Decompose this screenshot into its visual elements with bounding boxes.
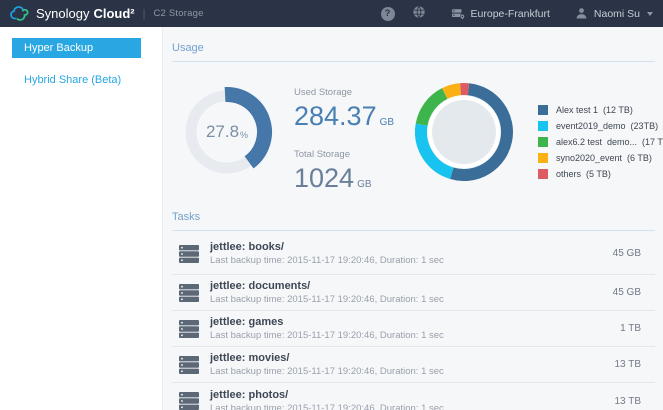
task-name: jettlee: games [210, 316, 444, 328]
legend-swatch [538, 153, 548, 163]
total-storage-unit: GB [357, 179, 371, 190]
task-name: jettlee: photos/ [210, 389, 444, 401]
used-storage-label: Used Storage [294, 87, 394, 98]
task-row[interactable]: jettlee: books/ Last backup time: 2015-1… [172, 233, 655, 275]
globe-icon [412, 5, 426, 22]
task-text: jettlee: movies/ Last backup time: 2015-… [210, 352, 444, 377]
user-icon [575, 7, 594, 20]
tasks-divider [172, 230, 655, 231]
brand: Synology Cloud² | C2 Storage [10, 6, 204, 21]
legend-swatch [538, 105, 548, 115]
total-storage-label: Total Storage [294, 149, 394, 160]
task-text: jettlee: documents/ Last backup time: 20… [210, 280, 444, 305]
legend-item: Alex test 1 (12 TB) [538, 103, 663, 116]
task-detail: Last backup time: 2015-11-17 19:20:46, D… [210, 403, 444, 410]
donut-inner-fill [432, 100, 496, 164]
usage-percent: 27.8% [180, 85, 274, 179]
task-size: 1 TB [620, 323, 641, 334]
legend-label: others (5 TB) [556, 169, 611, 179]
task-row[interactable]: jettlee: movies/ Last backup time: 2015-… [172, 347, 655, 383]
usage-body: 27.8% Used Storage 284.37GB Total Storag… [172, 62, 655, 205]
total-storage-value: 1024GB [294, 163, 394, 200]
help-icon: ? [381, 7, 395, 21]
navbar-right: ? Europe-Frankfurt [381, 5, 653, 22]
tasks-section: Tasks jettlee: books/ Last backup time: … [172, 211, 655, 410]
nas-server-icon [178, 282, 200, 304]
legend-label: syno2020_event (6 TB) [556, 153, 652, 163]
synology-cloud-logo-icon [10, 6, 36, 21]
storage-stats: Used Storage 284.37GB Total Storage 1024… [294, 87, 394, 200]
storage-legend: Alex test 1 (12 TB) event2019_demo (23TB… [538, 103, 663, 183]
brand-name: Synology [36, 6, 89, 21]
brand-divider: | [143, 8, 146, 20]
task-text: jettlee: photos/ Last backup time: 2015-… [210, 389, 444, 410]
legend-item: syno2020_event (6 TB) [538, 151, 663, 164]
legend-label: Alex test 1 (12 TB) [556, 105, 633, 115]
nas-server-icon [178, 390, 200, 410]
task-detail: Last backup time: 2015-11-17 19:20:46, D… [210, 366, 444, 377]
task-name: jettlee: movies/ [210, 352, 444, 364]
section-title-usage: Usage [172, 42, 655, 54]
storage-donut-chart [415, 83, 513, 181]
legend-label: alex6.2 test demo... (17 TB) [556, 137, 663, 147]
used-storage-value: 284.37GB [294, 101, 394, 138]
region-label: Europe-Frankfurt [471, 8, 550, 20]
legend-label: event2019_demo (23TB) [556, 121, 658, 131]
usage-donut: 27.8% [180, 85, 274, 179]
top-navbar: Synology Cloud² | C2 Storage ? [0, 0, 663, 27]
task-list: jettlee: books/ Last backup time: 2015-1… [172, 233, 655, 410]
sidebar: Hyper Backup Hybrid Share (Beta) [0, 27, 163, 410]
section-title-tasks: Tasks [172, 211, 655, 223]
nas-server-icon [178, 243, 200, 265]
help-button[interactable]: ? [381, 7, 395, 21]
usage-percent-value: 27.8 [206, 122, 239, 142]
region-server-icon [451, 7, 471, 21]
task-detail: Last backup time: 2015-11-17 19:20:46, D… [210, 330, 444, 341]
task-detail: Last backup time: 2015-11-17 19:20:46, D… [210, 255, 444, 266]
used-storage-unit: GB [380, 117, 394, 128]
task-row[interactable]: jettlee: photos/ Last backup time: 2015-… [172, 383, 655, 410]
task-name: jettlee: books/ [210, 241, 444, 253]
task-size: 45 GB [613, 287, 641, 298]
sidebar-item-hyper-backup[interactable]: Hyper Backup [12, 38, 141, 58]
storage-breakdown-donut [415, 83, 513, 181]
task-row[interactable]: jettlee: documents/ Last backup time: 20… [172, 275, 655, 311]
segment-syno2020-event [445, 89, 461, 93]
user-name: Naomi Su [594, 8, 640, 20]
usage-percent-unit: % [240, 130, 248, 140]
sidebar-item-hybrid-share[interactable]: Hybrid Share (Beta) [0, 72, 162, 88]
nas-server-icon [178, 354, 200, 376]
task-text: jettlee: books/ Last backup time: 2015-1… [210, 241, 444, 266]
task-size: 13 TB [615, 359, 642, 370]
task-size: 13 TB [615, 396, 642, 407]
chevron-down-icon [647, 12, 653, 16]
language-button[interactable] [412, 5, 426, 22]
legend-swatch [538, 121, 548, 131]
legend-item: others (5 TB) [538, 167, 663, 180]
main-content: Usage 27.8% Used Storage 284.37GB Total … [163, 27, 663, 410]
legend-swatch [538, 137, 548, 147]
region-selector[interactable]: Europe-Frankfurt [451, 7, 550, 21]
task-text: jettlee: games Last backup time: 2015-11… [210, 316, 444, 341]
nas-server-icon [178, 318, 200, 340]
brand-product: Cloud² [93, 6, 134, 21]
legend-item: event2019_demo (23TB) [538, 119, 663, 132]
legend-swatch [538, 169, 548, 179]
task-size: 45 GB [613, 248, 641, 259]
user-menu[interactable]: Naomi Su [575, 7, 653, 20]
task-row[interactable]: jettlee: games Last backup time: 2015-11… [172, 311, 655, 347]
task-detail: Last backup time: 2015-11-17 19:20:46, D… [210, 294, 444, 305]
usage-section: Usage 27.8% Used Storage 284.37GB Total … [172, 42, 655, 205]
task-name: jettlee: documents/ [210, 280, 444, 292]
legend-item: alex6.2 test demo... (17 TB) [538, 135, 663, 148]
product-subtitle: C2 Storage [154, 8, 204, 19]
